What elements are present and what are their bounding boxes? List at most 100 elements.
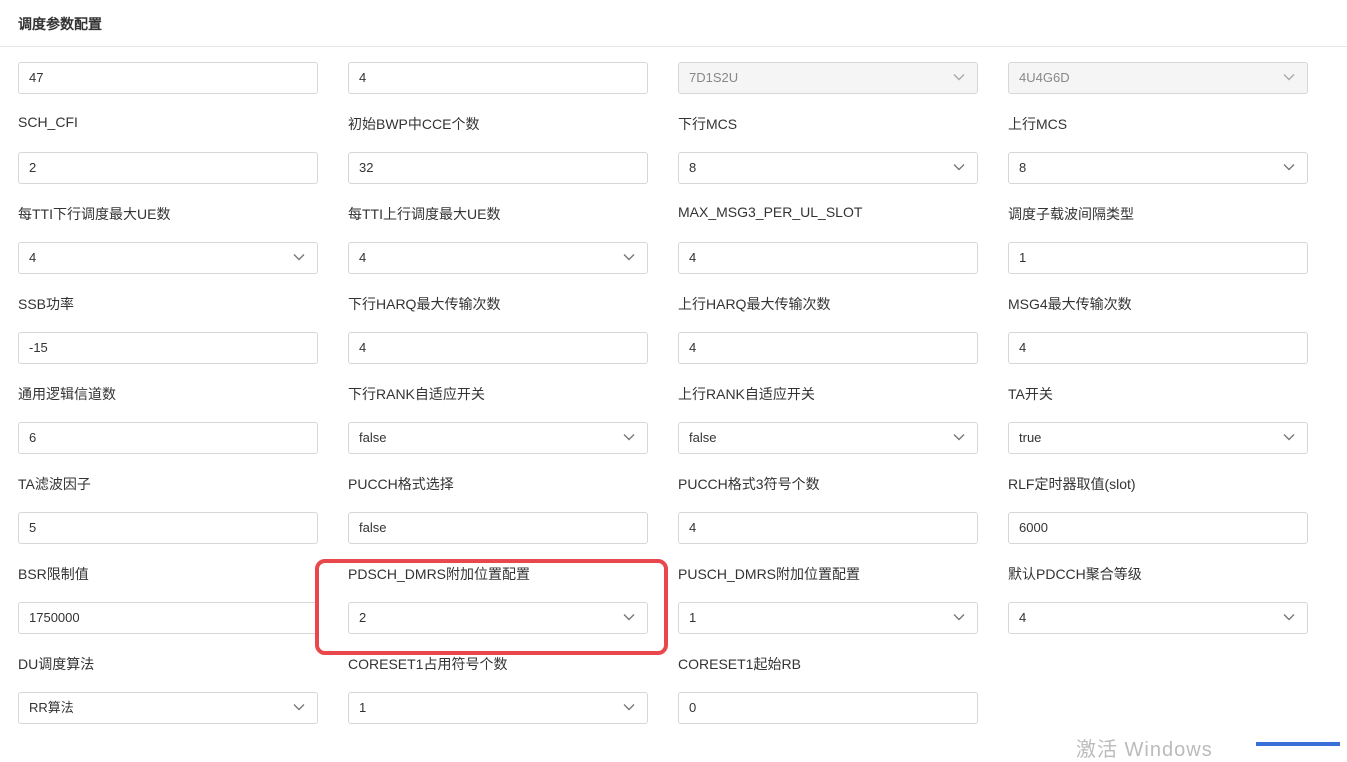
select-field[interactable]: true [1008, 422, 1308, 454]
text-input[interactable]: 4 [678, 242, 978, 274]
chevron-down-icon [293, 254, 305, 261]
text-input[interactable]: 4 [678, 512, 978, 544]
field-value: 1 [359, 700, 367, 715]
text-input[interactable]: 2 [18, 152, 318, 184]
field-17: 下行RANK自适应开关 false [348, 380, 648, 470]
chevron-down-icon [623, 254, 635, 261]
select-field[interactable]: false [348, 422, 648, 454]
field-value: 1750000 [29, 610, 80, 625]
chevron-down-icon [953, 74, 965, 81]
field-18: 上行RANK自适应开关 false [678, 380, 978, 470]
field-value: 32 [359, 160, 374, 175]
field-label: 每TTI下行调度最大UE数 [18, 206, 171, 222]
text-input[interactable]: 47 [18, 62, 318, 94]
field-24: BSR限制值 1750000 [18, 560, 318, 650]
text-input[interactable]: 4 [1008, 332, 1308, 364]
field-21: PUCCH格式选择 false [348, 470, 648, 560]
field-27: 默认PDCCH聚合等级 4 [1008, 560, 1308, 650]
text-input[interactable]: 0 [678, 692, 978, 724]
chevron-down-icon [623, 434, 635, 441]
field-value: false [359, 520, 387, 535]
field-value: 6000 [1019, 520, 1048, 535]
field-29: CORESET1占用符号个数 1 [348, 650, 648, 740]
select-field[interactable]: 4 [348, 242, 648, 274]
field-label: 下行HARQ最大传输次数 [348, 296, 501, 312]
field-22: PUCCH格式3符号个数 4 [678, 470, 978, 560]
panel-header: 调度参数配置 [0, 0, 1347, 47]
select-field[interactable]: RR算法 [18, 692, 318, 724]
field-10: MAX_MSG3_PER_UL_SLOT 4 [678, 200, 978, 290]
text-input[interactable]: 32 [348, 152, 648, 184]
chevron-down-icon [623, 704, 635, 711]
select-field[interactable]: 8 [678, 152, 978, 184]
chevron-down-icon [953, 164, 965, 171]
field-25: PDSCH_DMRS附加位置配置 2 [348, 560, 648, 650]
text-input[interactable]: 4 [348, 332, 648, 364]
field-label: SCH_CFI [18, 114, 78, 130]
field-13: 下行HARQ最大传输次数 4 [348, 290, 648, 380]
field-label: BSR限制值 [18, 566, 89, 582]
taskbar-button[interactable] [1256, 742, 1340, 746]
field-label: 上行HARQ最大传输次数 [678, 296, 831, 312]
select-field: 7D1S2U [678, 62, 978, 94]
chevron-down-icon [293, 704, 305, 711]
field-20: TA滤波因子 5 [18, 470, 318, 560]
select-field[interactable]: false [678, 422, 978, 454]
text-input[interactable]: 4 [348, 62, 648, 94]
field-value: 0 [689, 700, 697, 715]
text-input[interactable]: false [348, 512, 648, 544]
field-value: 4 [359, 340, 367, 355]
field-value: 4 [1019, 340, 1027, 355]
select-field[interactable]: 4 [18, 242, 318, 274]
field-16: 通用逻辑信道数 6 [18, 380, 318, 470]
text-input[interactable]: 1750000 [18, 602, 318, 634]
field-value: 8 [1019, 160, 1027, 175]
field-label: 初始BWP中CCE个数 [348, 116, 480, 132]
field-value: 4U4G6D [1019, 70, 1070, 85]
field-value: 2 [359, 610, 367, 625]
chevron-down-icon [623, 614, 635, 621]
field-label: 通用逻辑信道数 [18, 386, 116, 402]
field-4: SCH_CFI 2 [18, 110, 318, 200]
select-field[interactable]: 2 [348, 602, 648, 634]
field-11: 调度子载波间隔类型 1 [1008, 200, 1308, 290]
field-value: 4 [29, 250, 37, 265]
text-input[interactable]: 4 [678, 332, 978, 364]
field-label: PUSCH_DMRS附加位置配置 [678, 566, 861, 582]
field-label: 下行MCS [678, 116, 738, 132]
field-9: 每TTI上行调度最大UE数 4 [348, 200, 648, 290]
text-input[interactable]: 6 [18, 422, 318, 454]
field-label: PDSCH_DMRS附加位置配置 [348, 566, 531, 582]
select-field[interactable]: 8 [1008, 152, 1308, 184]
select-field[interactable]: 4 [1008, 602, 1308, 634]
field-value: 4 [689, 340, 697, 355]
field-value: 47 [29, 70, 44, 85]
chevron-down-icon [1283, 164, 1295, 171]
chevron-down-icon [953, 614, 965, 621]
field-value: false [689, 430, 717, 445]
field-label: MAX_MSG3_PER_UL_SLOT [678, 204, 863, 220]
field-value: 2 [29, 160, 37, 175]
field-label: PUCCH格式3符号个数 [678, 476, 820, 492]
field-23: RLF定时器取值(slot) 6000 [1008, 470, 1308, 560]
select-field[interactable]: 1 [348, 692, 648, 724]
field-label: MSG4最大传输次数 [1008, 296, 1132, 312]
select-field: 4U4G6D [1008, 62, 1308, 94]
text-input[interactable]: 1 [1008, 242, 1308, 274]
field-26: PUSCH_DMRS附加位置配置 1 [678, 560, 978, 650]
chevron-down-icon [1283, 614, 1295, 621]
text-input[interactable]: 6000 [1008, 512, 1308, 544]
text-input[interactable]: -15 [18, 332, 318, 364]
chevron-down-icon [1283, 74, 1295, 81]
form-scroll-area[interactable]: 专用前导起始值47前导码大小4子帧配比7D1S2U特殊子帧配比4U4G6DSCH… [0, 0, 1347, 746]
field-label: CORESET1起始RB [678, 656, 801, 672]
field-7: 上行MCS 8 [1008, 110, 1308, 200]
field-value: false [359, 430, 387, 445]
page-title: 调度参数配置 [18, 16, 102, 32]
field-value: 4 [689, 520, 697, 535]
field-label: RLF定时器取值(slot) [1008, 476, 1136, 492]
field-value: 4 [689, 250, 697, 265]
field-28: DU调度算法 RR算法 [18, 650, 318, 740]
select-field[interactable]: 1 [678, 602, 978, 634]
text-input[interactable]: 5 [18, 512, 318, 544]
